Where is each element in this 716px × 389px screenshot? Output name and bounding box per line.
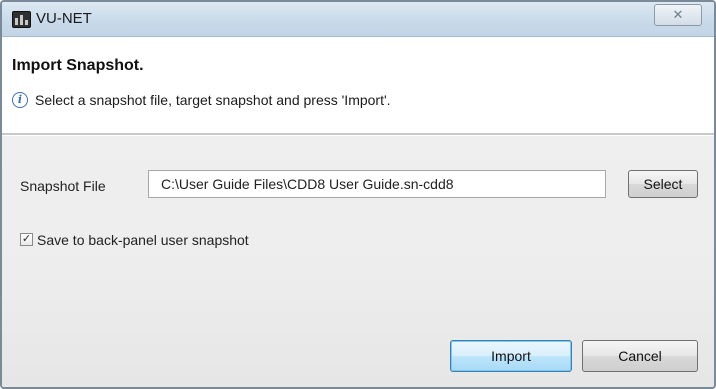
import-button[interactable]: Import xyxy=(450,340,572,372)
vu-net-app-icon xyxy=(12,11,31,28)
cancel-button[interactable]: Cancel xyxy=(582,340,698,372)
dialog-header: Import Snapshot. i Select a snapshot fil… xyxy=(2,37,714,133)
snapshot-file-input[interactable] xyxy=(148,170,606,198)
import-snapshot-dialog: VU-NET ✕ Import Snapshot. i Select a sna… xyxy=(0,0,716,389)
close-button[interactable]: ✕ xyxy=(654,4,702,26)
info-message: Select a snapshot file, target snapshot … xyxy=(35,92,391,108)
save-to-back-panel-checkbox[interactable]: ✓ xyxy=(20,233,33,246)
select-button[interactable]: Select xyxy=(628,170,698,198)
dialog-title: Import Snapshot. xyxy=(12,57,144,74)
snapshot-file-label: Snapshot File xyxy=(20,178,106,194)
info-icon: i xyxy=(12,92,28,108)
window-title: VU-NET xyxy=(36,10,92,27)
save-to-back-panel-label[interactable]: Save to back-panel user snapshot xyxy=(37,232,249,248)
close-icon: ✕ xyxy=(672,7,684,22)
dialog-body: Snapshot File Select ✓ Save to back-pane… xyxy=(2,136,714,387)
title-bar[interactable]: VU-NET ✕ xyxy=(2,2,714,37)
